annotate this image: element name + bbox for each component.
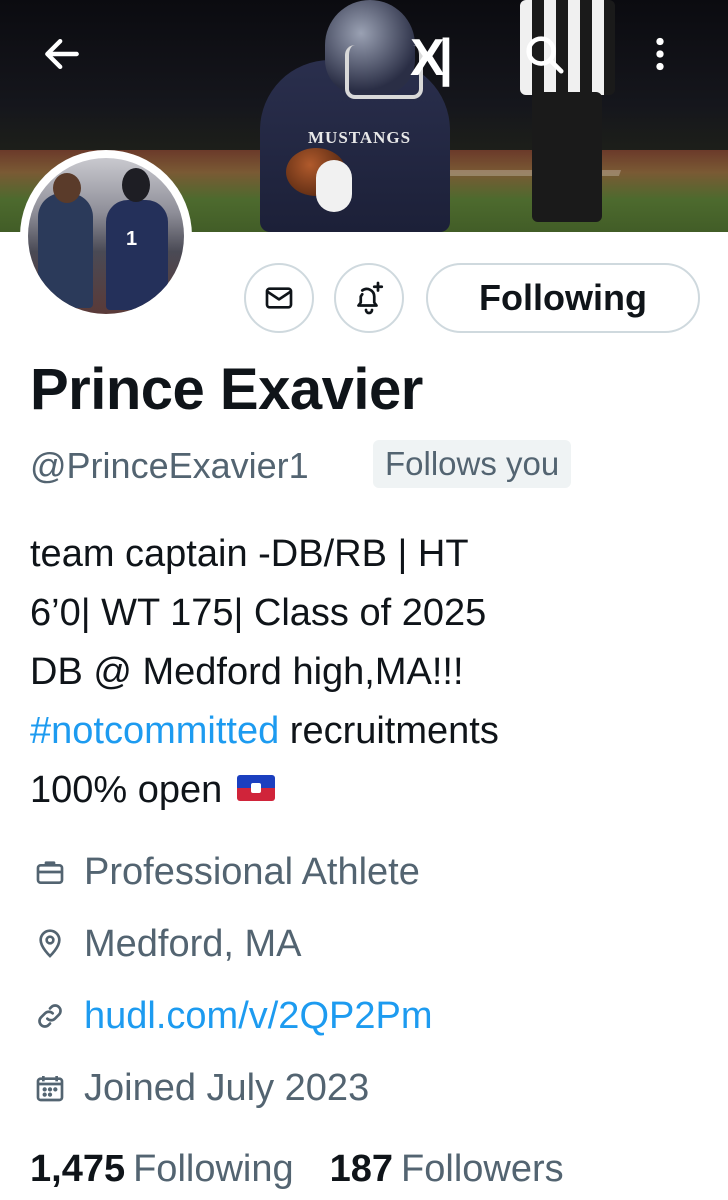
briefcase-icon <box>30 852 70 892</box>
website-link[interactable]: hudl.com/v/2QP2Pm <box>84 995 432 1038</box>
profile-handle: @PrinceExavier1 <box>30 445 309 486</box>
bell-plus-icon <box>357 281 384 315</box>
bio-line: DB @ Medford high,MA!!! <box>30 651 464 693</box>
category-text: Professional Athlete <box>84 850 420 893</box>
bio-line: 6’0| WT 175| Class of 2025 <box>30 592 487 634</box>
following-stat[interactable]: 1,475 Following <box>30 1148 294 1191</box>
profile-location: Medford, MA <box>30 916 302 972</box>
link-icon <box>30 996 70 1036</box>
bio-line: team captain -DB/RB | HT <box>30 533 469 575</box>
profile-bio: team captain -DB/RB | HT 6’0| WT 175| Cl… <box>30 525 720 820</box>
message-button[interactable] <box>244 263 314 333</box>
arrow-left-icon <box>45 38 79 70</box>
profile-website: hudl.com/v/2QP2Pm <box>30 988 432 1044</box>
following-count: 1,475 <box>30 1148 126 1190</box>
banner-jersey-text: MUSTANGS <box>308 128 412 147</box>
bio-line: 100% open <box>30 761 720 820</box>
bio-text: 100% open <box>30 769 223 811</box>
following-button[interactable]: Following <box>426 263 700 333</box>
location-text: Medford, MA <box>84 922 302 965</box>
followers-count: 187 <box>329 1148 394 1190</box>
haiti-flag-icon <box>236 774 275 801</box>
notifications-button[interactable] <box>334 263 404 333</box>
following-label: Following <box>133 1148 294 1190</box>
followers-label: Followers <box>401 1148 564 1190</box>
profile-stats: 1,475 Following 187 Followers <box>30 1148 564 1191</box>
x-logo-icon: X| <box>410 29 453 87</box>
hashtag-link[interactable]: #notcommitted <box>30 710 279 752</box>
location-pin-icon <box>30 924 70 964</box>
followers-stat[interactable]: 187 Followers <box>330 1148 564 1191</box>
bio-text: recruitments <box>279 710 499 752</box>
bio-line: #notcommitted recruitments <box>30 702 720 761</box>
joined-text: Joined July 2023 <box>84 1066 370 1109</box>
back-button[interactable] <box>30 22 94 86</box>
avatar[interactable]: 1 <box>20 150 192 322</box>
calendar-icon <box>30 1068 70 1108</box>
avatar-photo: 1 <box>28 158 184 314</box>
search-icon <box>526 36 564 74</box>
envelope-icon <box>265 287 293 309</box>
profile-name: Prince Exavier <box>30 357 423 422</box>
more-options-button[interactable] <box>628 22 692 86</box>
more-vertical-icon <box>656 37 664 71</box>
profile-category: Professional Athlete <box>30 844 420 900</box>
profile-joined: Joined July 2023 <box>30 1060 369 1116</box>
follows-you-badge: Follows you <box>373 440 572 488</box>
search-button[interactable] <box>512 22 576 86</box>
